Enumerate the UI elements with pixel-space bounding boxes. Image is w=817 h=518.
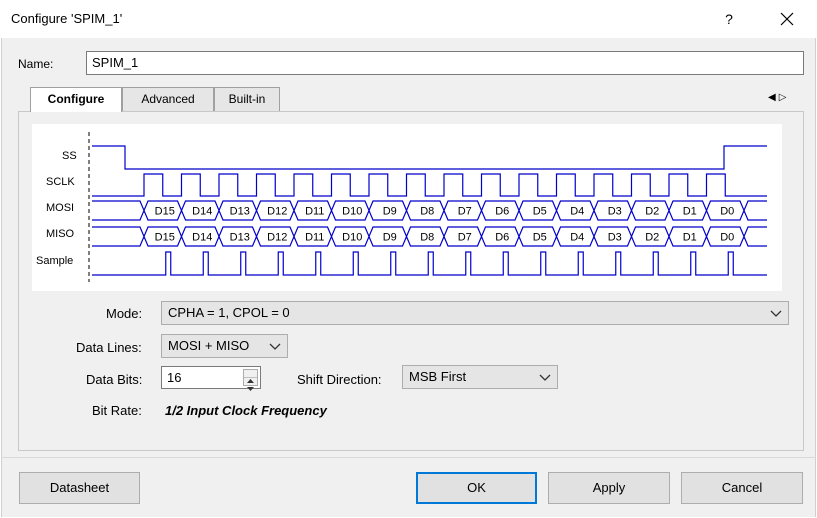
miso-bit-label: D10 <box>342 232 362 244</box>
shift-direction-select[interactable]: MSB First <box>402 365 558 389</box>
miso-bit-label: D12 <box>267 232 287 244</box>
mosi-bit-label: D5 <box>533 206 547 218</box>
tab-prev-icon[interactable]: ◀ <box>768 92 779 103</box>
mosi-bit-label: D13 <box>230 206 250 218</box>
data-lines-value: MOSI + MISO <box>168 338 250 353</box>
mosi-bit-label: D9 <box>383 206 397 218</box>
chevron-down-icon <box>269 335 281 364</box>
mode-select[interactable]: CPHA = 1, CPOL = 0 <box>161 301 789 325</box>
tab-advanced[interactable]: Advanced <box>122 87 214 111</box>
mosi-bit-label: D7 <box>458 206 472 218</box>
mosi-bit-label: D11 <box>305 206 324 218</box>
mode-label: Mode: <box>106 306 143 321</box>
shift-direction-value: MSB First <box>409 369 467 384</box>
close-button[interactable] <box>772 6 802 32</box>
data-lines-label: Data Lines: <box>76 340 142 355</box>
miso-bit-label: D13 <box>230 232 250 244</box>
datasheet-button[interactable]: Datasheet <box>19 472 140 504</box>
mosi-bit-label: D10 <box>342 206 362 218</box>
data-lines-select[interactable]: MOSI + MISO <box>161 334 288 358</box>
name-input[interactable]: SPIM_1 <box>86 51 804 75</box>
mosi-bit-label: D2 <box>645 206 659 218</box>
chevron-down-icon <box>539 366 551 395</box>
miso-bit-label: D4 <box>570 232 584 244</box>
sclk-waveform <box>92 173 767 197</box>
apply-button[interactable]: Apply <box>548 472 670 504</box>
data-bits-label: Data Bits: <box>86 372 143 387</box>
footer-divider <box>1 457 816 458</box>
close-icon <box>780 12 794 26</box>
tab-scroll-arrows[interactable]: ◀▷ <box>768 92 789 103</box>
name-label: Name: <box>18 57 54 71</box>
ok-button[interactable]: OK <box>416 472 537 504</box>
miso-bit-label: D14 <box>192 232 212 244</box>
mosi-bit-label: D3 <box>608 206 622 218</box>
title-bar: Configure 'SPIM_1' ? <box>0 0 817 38</box>
miso-bit-label: D2 <box>645 232 659 244</box>
miso-bit-label: D0 <box>720 232 734 244</box>
tab-built-in[interactable]: Built-in <box>214 87 280 111</box>
spin-buttons <box>243 369 258 391</box>
mosi-bit-label: D14 <box>192 206 212 218</box>
miso-bit-label: D5 <box>533 232 547 244</box>
miso-bit-label: D3 <box>608 232 622 244</box>
miso-bit-label: D1 <box>683 232 697 244</box>
miso-bit-label: D15 <box>155 232 175 244</box>
tab-configure[interactable]: Configure <box>30 87 122 112</box>
mosi-bit-label: D6 <box>495 206 509 218</box>
tab-next-icon[interactable]: ▷ <box>779 92 790 103</box>
mosi-bit-label: D4 <box>570 206 584 218</box>
ss-waveform <box>92 145 767 170</box>
timing-diagram: SS SCLK MOSI MISO Sample D15 D14 D13 D12 D11… <box>32 124 782 291</box>
sample-waveform <box>92 251 767 276</box>
miso-bit-label: D6 <box>495 232 509 244</box>
mosi-bit-label: D15 <box>155 206 175 218</box>
miso-bit-label: D7 <box>458 232 472 244</box>
cancel-button[interactable]: Cancel <box>681 472 803 504</box>
data-bits-value: 16 <box>167 370 182 385</box>
bit-rate-value: 1/2 Input Clock Frequency <box>165 403 327 418</box>
miso-bit-label: D9 <box>383 232 397 244</box>
shift-direction-label: Shift Direction: <box>297 372 382 387</box>
spin-down-icon[interactable] <box>244 378 257 391</box>
mosi-bit-label: D12 <box>267 206 287 218</box>
bit-rate-label: Bit Rate: <box>92 403 142 418</box>
miso-bit-label: D11 <box>305 232 324 244</box>
mosi-bit-label: D8 <box>420 206 434 218</box>
timing-waveforms: D15 D14 D13 D12 D11 D10 D9 D8 D7 D6 D5 D4 D3 D2 D1 D0 D1… <box>88 132 767 282</box>
miso-bit-label: D8 <box>420 232 434 244</box>
help-button[interactable]: ? <box>716 8 742 30</box>
window-title: Configure 'SPIM_1' <box>11 11 123 26</box>
spin-up-icon[interactable] <box>244 370 257 383</box>
data-bits-stepper[interactable]: 16 <box>161 366 261 391</box>
mode-value: CPHA = 1, CPOL = 0 <box>168 305 290 320</box>
mosi-bit-label: D1 <box>683 206 697 218</box>
chevron-down-icon <box>770 302 782 331</box>
mosi-bit-label: D0 <box>720 206 734 218</box>
